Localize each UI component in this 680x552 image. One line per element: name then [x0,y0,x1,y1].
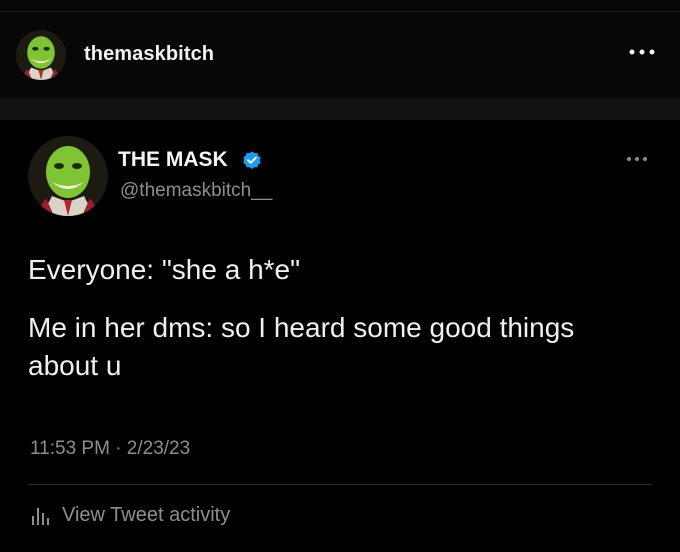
header-username[interactable]: themaskbitch [84,43,214,66]
header-divider [0,11,680,12]
tweet-divider [28,484,652,485]
tweet-more-icon[interactable] [622,150,652,168]
view-tweet-activity-button[interactable]: View Tweet activity [28,502,230,528]
tweet-timestamp[interactable]: 11:53 PM · 2/23/23 [30,438,190,460]
header-avatar[interactable] [16,30,66,80]
tweet-display-name[interactable]: THE MASK [118,148,228,172]
tweet-text-line-2: Me in her dms: so I heard some good thin… [28,312,575,381]
tweet-text-line-1: Everyone: "she a h*e" [28,254,301,285]
more-horizontal-icon[interactable] [622,40,662,64]
tweet-author-avatar[interactable] [28,136,108,216]
bar-chart-icon [28,502,54,528]
tweet-handle[interactable]: @themaskbitch__ [120,180,272,202]
section-divider [0,98,680,120]
activity-label: View Tweet activity [62,503,231,526]
verified-badge-icon [241,150,263,172]
